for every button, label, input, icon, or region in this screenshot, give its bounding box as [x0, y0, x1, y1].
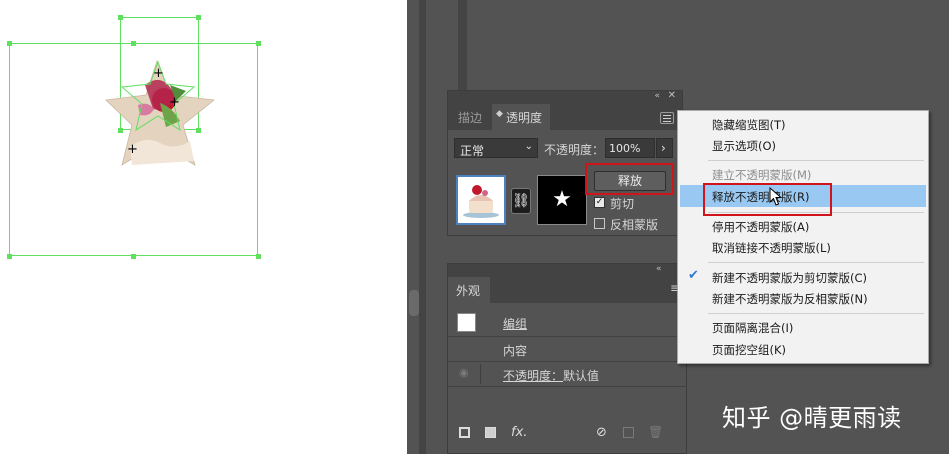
crosshair-icon: + — [153, 66, 164, 81]
scroll-handle[interactable] — [409, 290, 419, 316]
duplicate-item-icon[interactable] — [623, 427, 634, 438]
selection-handle[interactable] — [7, 41, 12, 46]
contents-label: 内容 — [503, 344, 528, 358]
opacity-mask-thumbnail[interactable]: ★ — [537, 175, 587, 225]
menu-item-disable-mask[interactable]: 停用不透明蒙版(A) — [712, 219, 809, 235]
panel-menu-icon[interactable] — [660, 112, 674, 124]
menu-item-new-mask-clipping[interactable]: 新建不透明蒙版为剪切蒙版(C) — [712, 270, 867, 286]
delete-icon[interactable]: 🗑 — [648, 425, 663, 439]
clear-appearance-icon[interactable]: ⊘ — [596, 425, 607, 440]
annotation-box-release — [585, 163, 674, 195]
tab-bar: 外观 ≡ — [448, 277, 686, 303]
appearance-row-group[interactable]: 编组 — [448, 309, 686, 335]
invert-mask-label: 反相蒙版 — [610, 218, 659, 232]
panel-titlebar[interactable]: « — [448, 264, 686, 277]
link-mask-button[interactable]: ⛓ — [511, 188, 531, 214]
selection-handle[interactable] — [131, 254, 136, 259]
menu-item-isolate-blending[interactable]: 页面隔离混合(I) — [712, 320, 793, 336]
opacity-input[interactable]: 100% — [605, 138, 655, 158]
menu-item-unlink-mask[interactable]: 取消链接不透明蒙版(L) — [712, 240, 831, 256]
tab-bar: 描边 ◆ 透明度 — [448, 104, 682, 130]
selection-handle[interactable] — [7, 254, 12, 259]
chevron-down-icon: ⌄ — [524, 141, 533, 152]
opacity-value: 100% — [609, 142, 641, 155]
menu-separator — [708, 313, 924, 314]
opacity-label: 不透明度： — [544, 143, 605, 157]
artboard-canvas[interactable]: + + + — [0, 0, 407, 454]
menu-item-new-mask-inverted[interactable]: 新建不透明蒙版为反相蒙版(N) — [712, 291, 868, 307]
watermark-text: 知乎 @晴更雨读 — [722, 404, 902, 432]
appearance-row-opacity[interactable]: ◉ 不透明度： 默认值 — [448, 362, 686, 386]
panel-dock-divider — [419, 0, 426, 454]
menu-separator — [708, 262, 924, 263]
appearance-toolbar: fx. ⊘ 🗑 — [448, 424, 686, 446]
clip-label: 剪切 — [610, 197, 635, 211]
artwork-thumbnail[interactable] — [456, 175, 506, 225]
menu-item-hide-thumbnails[interactable]: 隐藏缩览图(T) — [712, 117, 786, 133]
panel-titlebar[interactable]: « ✕ — [448, 90, 682, 104]
panel-dock-divider — [458, 0, 467, 90]
row-indent-divider — [480, 364, 481, 384]
mouse-pointer-icon — [769, 187, 783, 206]
opacity-row-value: 默认值 — [563, 369, 600, 383]
tab-stroke[interactable]: 描边 — [458, 109, 482, 126]
clip-checkbox[interactable]: ✓ — [594, 197, 605, 208]
eye-icon[interactable]: ◉ — [459, 366, 469, 379]
tab-transparency[interactable]: ◆ 透明度 — [492, 104, 550, 130]
selection-handle[interactable] — [196, 15, 201, 20]
collapse-icon[interactable]: « — [656, 264, 662, 274]
tab-transparency-label: 透明度 — [506, 111, 543, 125]
opacity-row-label[interactable]: 不透明度： — [503, 367, 563, 384]
appearance-row-contents[interactable]: 内容 — [448, 337, 686, 361]
panel-context-menu: 隐藏缩览图(T) 显示选项(O) 建立不透明蒙版(M) 释放不透明蒙版(R) 停… — [677, 110, 929, 364]
close-icon[interactable]: ✕ — [668, 90, 676, 101]
group-swatch — [457, 313, 476, 332]
menu-item-knockout-group[interactable]: 页面挖空组(K) — [712, 342, 786, 358]
star-icon: ★ — [552, 187, 572, 212]
blend-mode-value: 正常 — [460, 144, 485, 158]
invert-mask-checkbox[interactable] — [594, 218, 605, 229]
row-divider — [448, 386, 686, 387]
tab-appearance-label: 外观 — [456, 284, 481, 298]
selection-handle[interactable] — [118, 15, 123, 20]
menu-item-make-mask: 建立不透明蒙版(M) — [712, 168, 812, 182]
menu-separator — [708, 160, 924, 161]
selection-handle[interactable] — [256, 254, 261, 259]
crosshair-icon: + — [169, 95, 180, 110]
group-label[interactable]: 编组 — [503, 315, 527, 332]
chain-link-icon: ⛓ — [512, 193, 530, 209]
chevron-right-icon: › — [661, 141, 666, 155]
collapse-icon[interactable]: « — [654, 91, 660, 101]
opacity-slider-button[interactable]: › — [656, 138, 673, 158]
tab-appearance[interactable]: 外观 — [448, 277, 490, 303]
appearance-panel: « 外观 ≡ 编组 内容 ◉ 不透明度： 默认值 fx. ⊘ 🗑 — [447, 263, 687, 454]
fx-icon[interactable]: fx. — [511, 425, 527, 440]
add-stroke-icon[interactable] — [459, 427, 470, 438]
add-fill-icon[interactable] — [485, 427, 496, 438]
tab-arrows-icon: ◆ — [496, 109, 503, 119]
crosshair-icon: + — [127, 142, 138, 157]
checkmark-icon: ✔ — [688, 268, 699, 283]
selection-handle[interactable] — [256, 41, 261, 46]
cake-icon — [463, 185, 499, 218]
blend-mode-select[interactable]: 正常 ⌄ — [454, 138, 538, 158]
menu-item-show-options[interactable]: 显示选项(O) — [712, 138, 776, 154]
annotation-box-menu-item — [703, 183, 832, 216]
